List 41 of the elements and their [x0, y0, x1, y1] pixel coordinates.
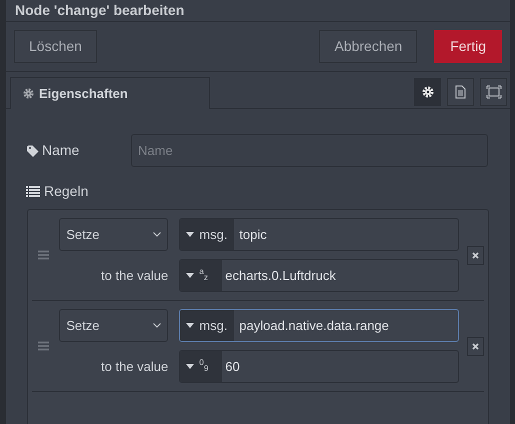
caret-icon — [186, 273, 194, 278]
gear-icon — [23, 88, 34, 99]
type-selector[interactable]: msg. — [180, 219, 234, 250]
property-value: payload.native.data.range — [238, 316, 389, 335]
name-label: Name — [42, 141, 80, 160]
drag-handle-icon[interactable] — [38, 341, 50, 351]
tag-icon — [27, 144, 39, 156]
action-button[interactable]: Löschen — [14, 30, 97, 63]
remove-button[interactable] — [467, 336, 484, 356]
caret-icon — [186, 364, 194, 369]
properties-tab[interactable]: Eigenschaften — [10, 77, 210, 109]
rules-label: Regeln — [44, 182, 88, 201]
tool-button[interactable] — [447, 78, 474, 106]
chevron-down-icon — [153, 232, 162, 237]
remove-button[interactable] — [467, 246, 484, 264]
done-button[interactable]: Fertig — [434, 30, 502, 63]
frame-icon — [486, 85, 502, 99]
close-icon — [472, 342, 480, 350]
name-input[interactable]: Name — [131, 134, 488, 167]
property-field[interactable]: msg. payload.native.data.range — [179, 309, 460, 342]
action-select[interactable]: Setze — [59, 309, 168, 342]
drag-handle-icon[interactable] — [38, 250, 50, 260]
action-select[interactable]: Setze — [59, 218, 168, 251]
value-text: 60 — [224, 358, 240, 376]
action-button[interactable]: Abbrechen — [319, 30, 418, 63]
document-icon — [455, 85, 466, 99]
value-label: to the value — [100, 358, 168, 376]
window-title: Node 'change' bearbeiten — [15, 1, 184, 20]
gear-icon — [422, 86, 434, 98]
property-field[interactable]: msg. topic — [179, 218, 460, 251]
tool-button[interactable] — [480, 78, 507, 106]
value-text: echarts.0.Luftdruck — [224, 266, 336, 285]
caret-icon — [186, 232, 194, 237]
chevron-down-icon — [153, 323, 162, 328]
list-icon — [26, 186, 40, 197]
type-selector[interactable]: msg. — [180, 310, 234, 341]
tool-button[interactable] — [414, 78, 441, 106]
value-label: to the value — [100, 266, 168, 285]
caret-icon — [186, 323, 194, 328]
property-value: topic — [238, 226, 267, 244]
close-icon — [472, 252, 480, 258]
